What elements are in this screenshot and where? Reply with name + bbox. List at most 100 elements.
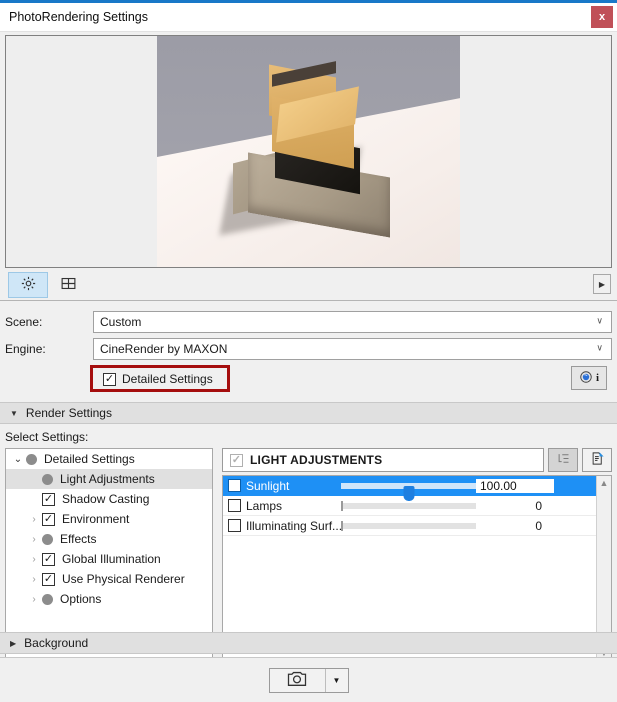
adjustments-header: ✓ LIGHT ADJUSTMENTS xyxy=(222,448,612,472)
background-section-title: Background xyxy=(24,636,89,650)
light-row-checkbox[interactable] xyxy=(228,499,241,512)
tree-item[interactable]: ✓ Shadow Casting xyxy=(6,489,212,509)
title-bar: PhotoRendering Settings x xyxy=(0,3,617,32)
scroll-up-icon[interactable]: ▲ xyxy=(600,478,609,488)
chevron-right-icon[interactable]: › xyxy=(26,554,42,565)
tree-item[interactable]: Light Adjustments xyxy=(6,469,212,489)
light-row-checkbox[interactable]: ✓ xyxy=(228,479,241,492)
sphere-icon xyxy=(579,370,593,387)
camera-icon xyxy=(286,670,308,690)
render-settings-title: Render Settings xyxy=(25,406,112,420)
chevron-right-icon[interactable]: › xyxy=(26,574,42,585)
adjustments-pane: ✓ LIGHT ADJUSTMENTS ✓ Sunlight 100.00 La… xyxy=(222,448,612,661)
tree-item-checkbox[interactable]: ✓ xyxy=(42,572,55,586)
info-letter: i xyxy=(595,372,600,384)
bullet-icon xyxy=(42,593,53,605)
chevron-right-icon[interactable]: › xyxy=(26,534,42,545)
scene-select[interactable]: Custom ∨ xyxy=(93,310,612,333)
light-row-value[interactable]: 0 xyxy=(476,519,554,533)
chevron-right-icon[interactable]: › xyxy=(26,594,42,605)
light-row[interactable]: Illuminating Surf... 0 xyxy=(223,516,596,536)
panel-title: LIGHT ADJUSTMENTS xyxy=(250,453,383,467)
tab-layout[interactable] xyxy=(48,272,88,298)
render-preview-image[interactable] xyxy=(157,36,460,267)
scene-row: Scene: Custom ∨ xyxy=(5,308,612,335)
tree-item[interactable]: › ✓ Environment xyxy=(6,509,212,529)
detailed-settings-row: ✓ Detailed Settings i xyxy=(5,364,612,394)
light-row-slider[interactable] xyxy=(341,476,476,501)
camera-button-group: ▼ xyxy=(268,667,349,693)
light-row-name: Illuminating Surf... xyxy=(223,519,341,533)
slider-zero-tick xyxy=(341,500,343,511)
chevron-down-icon: ∨ xyxy=(596,314,603,325)
footer-bar: ▼ xyxy=(0,657,617,702)
tab-scroll-right-button[interactable]: ▶ xyxy=(593,274,611,294)
tree-item[interactable]: › Effects xyxy=(6,529,212,549)
engine-select[interactable]: CineRender by MAXON ∨ xyxy=(93,337,612,360)
tree-item-label: Shadow Casting xyxy=(62,492,150,506)
chevron-down-icon: ∨ xyxy=(596,341,603,352)
bullet-icon xyxy=(42,533,53,545)
select-settings-label: Select Settings: xyxy=(5,430,89,444)
light-row-slider[interactable] xyxy=(341,496,476,516)
render-info-button[interactable]: i xyxy=(571,366,607,390)
close-button[interactable]: x xyxy=(591,6,613,28)
grid-layout-icon xyxy=(60,275,77,295)
chevron-down-icon[interactable]: ⌄ xyxy=(10,454,26,465)
light-row-checkbox[interactable] xyxy=(228,519,241,532)
document-arrow-icon xyxy=(590,451,605,469)
chevron-right-icon[interactable]: › xyxy=(26,514,42,525)
tree-item-label: Use Physical Renderer xyxy=(62,572,185,586)
tab-settings[interactable] xyxy=(8,272,48,298)
triangle-right-icon: ▶ xyxy=(10,638,17,648)
light-row-slider[interactable] xyxy=(341,516,476,536)
render-settings-body: Select Settings: ⌄ Detailed Settings Light… xyxy=(0,424,617,661)
engine-label: Engine: xyxy=(5,341,46,356)
tree-item-label: Light Adjustments xyxy=(60,472,155,486)
tree-item-checkbox[interactable]: ✓ xyxy=(42,492,55,506)
tab-strip: ▶ xyxy=(0,270,617,301)
detailed-settings-checkbox-group[interactable]: ✓ Detailed Settings xyxy=(93,372,213,386)
engine-value: CineRender by MAXON xyxy=(100,341,228,356)
light-row[interactable]: Lamps 0 xyxy=(223,496,596,516)
settings-panes: ⌄ Detailed Settings Light Adjustments ✓ Shad… xyxy=(5,448,612,661)
light-row-label: Lamps xyxy=(246,498,283,513)
light-row-label: Illuminating Surf... xyxy=(246,518,341,533)
window-title: PhotoRendering Settings xyxy=(9,10,148,24)
triangle-down-icon: ▼ xyxy=(10,408,18,418)
light-row-value[interactable]: 100.00 xyxy=(476,478,554,493)
tree-item-checkbox[interactable]: ✓ xyxy=(42,512,55,526)
engine-row: Engine: CineRender by MAXON ∨ xyxy=(5,335,612,362)
tree-item[interactable]: › ✓ Global Illumination xyxy=(6,549,212,569)
tree-item-label: Global Illumination xyxy=(62,552,161,566)
light-row-value[interactable]: 0 xyxy=(476,499,554,513)
tree-list-button[interactable] xyxy=(548,448,578,472)
light-row-name: ✓ Sunlight xyxy=(223,479,341,493)
slider-zero-tick xyxy=(341,520,343,531)
triangle-right-icon: ▶ xyxy=(598,279,606,289)
export-document-button[interactable] xyxy=(582,448,612,472)
tree-item-checkbox[interactable]: ✓ xyxy=(42,552,55,566)
panel-title-checkbox[interactable]: ✓ xyxy=(230,453,243,467)
tree-item[interactable]: › Options xyxy=(6,589,212,609)
render-camera-button[interactable] xyxy=(270,669,325,692)
gear-icon xyxy=(20,275,37,295)
tree-item[interactable]: › ✓ Use Physical Renderer xyxy=(6,569,212,589)
tree-item[interactable]: ⌄ Detailed Settings xyxy=(6,449,212,469)
tree-item-label: Environment xyxy=(62,512,130,526)
render-settings-header[interactable]: ▼ Render Settings xyxy=(0,402,617,424)
light-row-name: Lamps xyxy=(223,499,341,513)
background-section-header[interactable]: ▶ Background xyxy=(0,632,617,654)
tree-item-label: Options xyxy=(60,592,102,606)
settings-tree[interactable]: ⌄ Detailed Settings Light Adjustments ✓ Shad… xyxy=(5,448,213,661)
caret-down-icon: ▼ xyxy=(332,675,341,685)
slider-track xyxy=(341,500,476,511)
bullet-icon xyxy=(42,473,53,485)
detailed-settings-checkbox[interactable]: ✓ xyxy=(103,372,116,386)
camera-dropdown-button[interactable]: ▼ xyxy=(326,669,348,692)
bullet-icon xyxy=(26,453,37,465)
tree-item-label: Effects xyxy=(60,532,97,546)
scene-value: Custom xyxy=(100,314,142,329)
light-row[interactable]: ✓ Sunlight 100.00 xyxy=(223,476,596,501)
slider-track xyxy=(341,520,476,531)
